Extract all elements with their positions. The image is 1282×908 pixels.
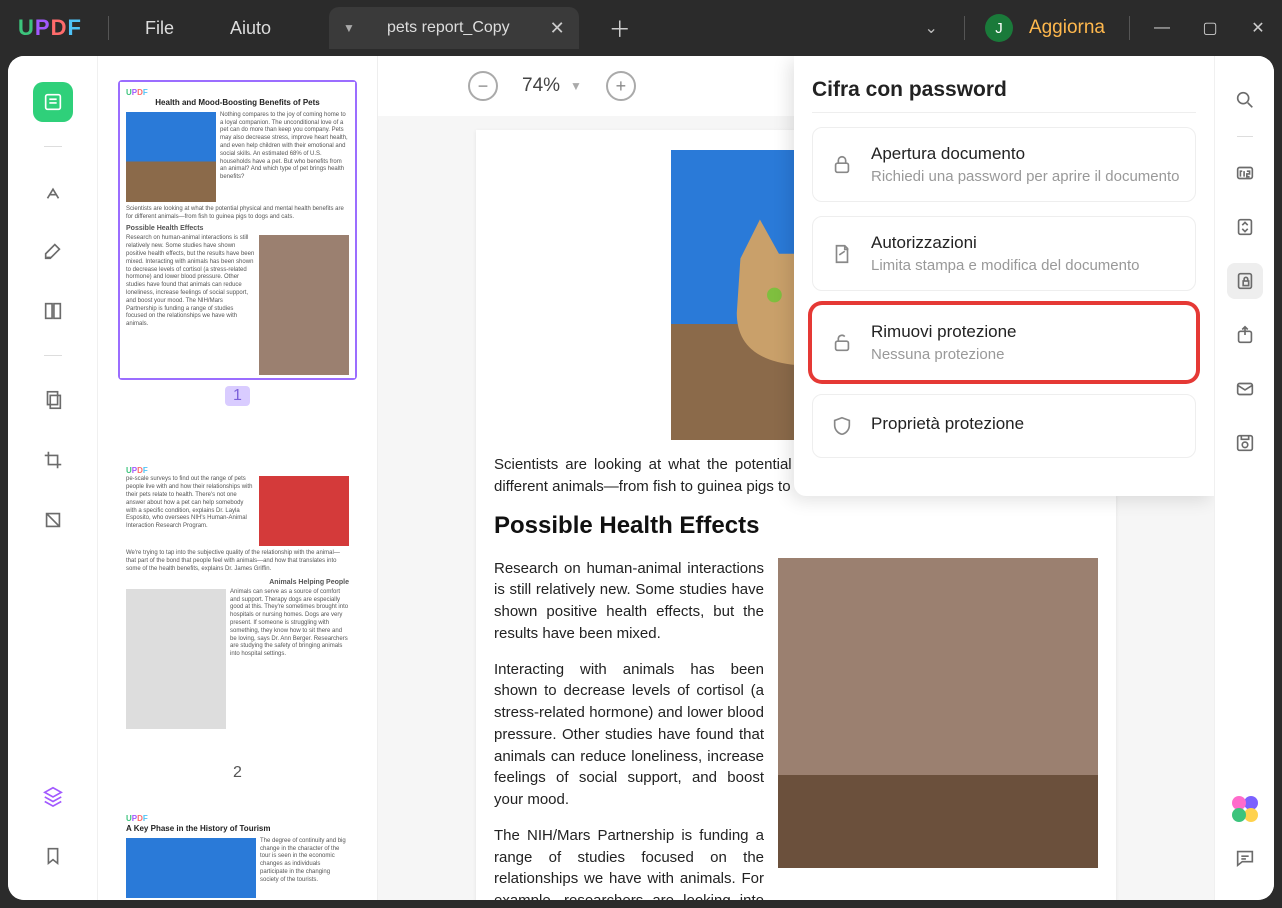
redact-tool[interactable]: [33, 500, 73, 540]
chevron-down-icon: ▼: [570, 79, 582, 93]
avatar[interactable]: J: [985, 14, 1013, 42]
search-tool[interactable]: [1227, 82, 1263, 118]
separator: [44, 146, 62, 147]
left-toolbar: [8, 56, 98, 900]
organize-tool[interactable]: [33, 291, 73, 331]
comment-tool[interactable]: [33, 171, 73, 211]
heading: Possible Health Effects: [494, 512, 1098, 540]
convert-tool[interactable]: [1227, 209, 1263, 245]
reader-tool[interactable]: [33, 82, 73, 122]
panel-item-permissions[interactable]: AutorizzazioniLimita stampa e modifica d…: [812, 216, 1196, 291]
divider: [812, 112, 1196, 113]
zoom-level[interactable]: 74%▼: [522, 75, 582, 97]
chevron-down-icon[interactable]: ⌄: [907, 18, 956, 38]
zoom-out-button[interactable]: −: [468, 71, 498, 101]
pages-tool[interactable]: [33, 380, 73, 420]
unlock-icon: [827, 328, 857, 358]
page-number-2: 2: [233, 764, 242, 781]
chat-tool[interactable]: [1227, 840, 1263, 876]
document-image-dog: [778, 558, 1098, 868]
thumbnail-page-3[interactable]: UPDF A Key Phase in the History of Touri…: [118, 806, 357, 900]
new-tab-button[interactable]: ＋: [609, 12, 631, 44]
layers-tool[interactable]: [33, 776, 73, 816]
ocr-tool[interactable]: [1227, 155, 1263, 191]
paragraph: The NIH/Mars Partnership is funding a ra…: [494, 825, 764, 900]
upgrade-button[interactable]: Aggiorna: [1029, 17, 1105, 39]
menu-file[interactable]: File: [117, 18, 202, 39]
thumbnail-page-2[interactable]: UPDF pe-scale surveys to find out the ra…: [118, 458, 357, 758]
divider: [1129, 16, 1130, 40]
protect-tool[interactable]: [1227, 263, 1263, 299]
encrypt-panel: Cifra con password Apertura documentoRic…: [794, 56, 1214, 496]
document-tab[interactable]: ▼ pets report_Copy ✕: [329, 7, 579, 49]
paragraph: Interacting with animals has been shown …: [494, 659, 764, 811]
bookmark-tool[interactable]: [33, 836, 73, 876]
panel-item-protection-properties[interactable]: Proprietà protezione: [812, 394, 1196, 458]
save-tool[interactable]: [1227, 425, 1263, 461]
email-tool[interactable]: [1227, 371, 1263, 407]
close-window-button[interactable]: ✕: [1234, 18, 1282, 38]
crop-tool[interactable]: [33, 440, 73, 480]
close-icon[interactable]: ✕: [550, 18, 565, 39]
maximize-button[interactable]: ▢: [1186, 18, 1234, 38]
minimize-button[interactable]: —: [1138, 19, 1186, 37]
separator: [44, 355, 62, 356]
panel-item-remove-protection[interactable]: Rimuovi protezioneNessuna protezione: [812, 305, 1196, 380]
tab-title: pets report_Copy: [387, 19, 510, 37]
page-number-1: 1: [225, 386, 250, 406]
panel-title: Cifra con password: [812, 78, 1196, 102]
right-toolbar: [1214, 56, 1274, 900]
thumbnail-page-1[interactable]: UPDF Health and Mood-Boosting Benefits o…: [118, 80, 357, 380]
lock-icon: [827, 150, 857, 180]
divider: [108, 16, 109, 40]
divider: [964, 16, 965, 40]
ai-flower-icon[interactable]: [1232, 796, 1258, 822]
document-area: − 74%▼ + Scientists are looking at what …: [378, 56, 1214, 900]
shield-icon: [827, 411, 857, 441]
zoom-in-button[interactable]: +: [606, 71, 636, 101]
edit-tool[interactable]: [33, 231, 73, 271]
panel-item-open-document[interactable]: Apertura documentoRichiedi una password …: [812, 127, 1196, 202]
tab-dropdown-icon[interactable]: ▼: [343, 21, 355, 35]
share-tool[interactable]: [1227, 317, 1263, 353]
thumbnails-panel: UPDF Health and Mood-Boosting Benefits o…: [98, 56, 378, 900]
separator: [1237, 136, 1253, 137]
permissions-icon: [827, 239, 857, 269]
paragraph: Research on human-animal interactions is…: [494, 558, 764, 645]
menu-help[interactable]: Aiuto: [202, 18, 299, 39]
app-logo: UPDF: [0, 15, 100, 41]
